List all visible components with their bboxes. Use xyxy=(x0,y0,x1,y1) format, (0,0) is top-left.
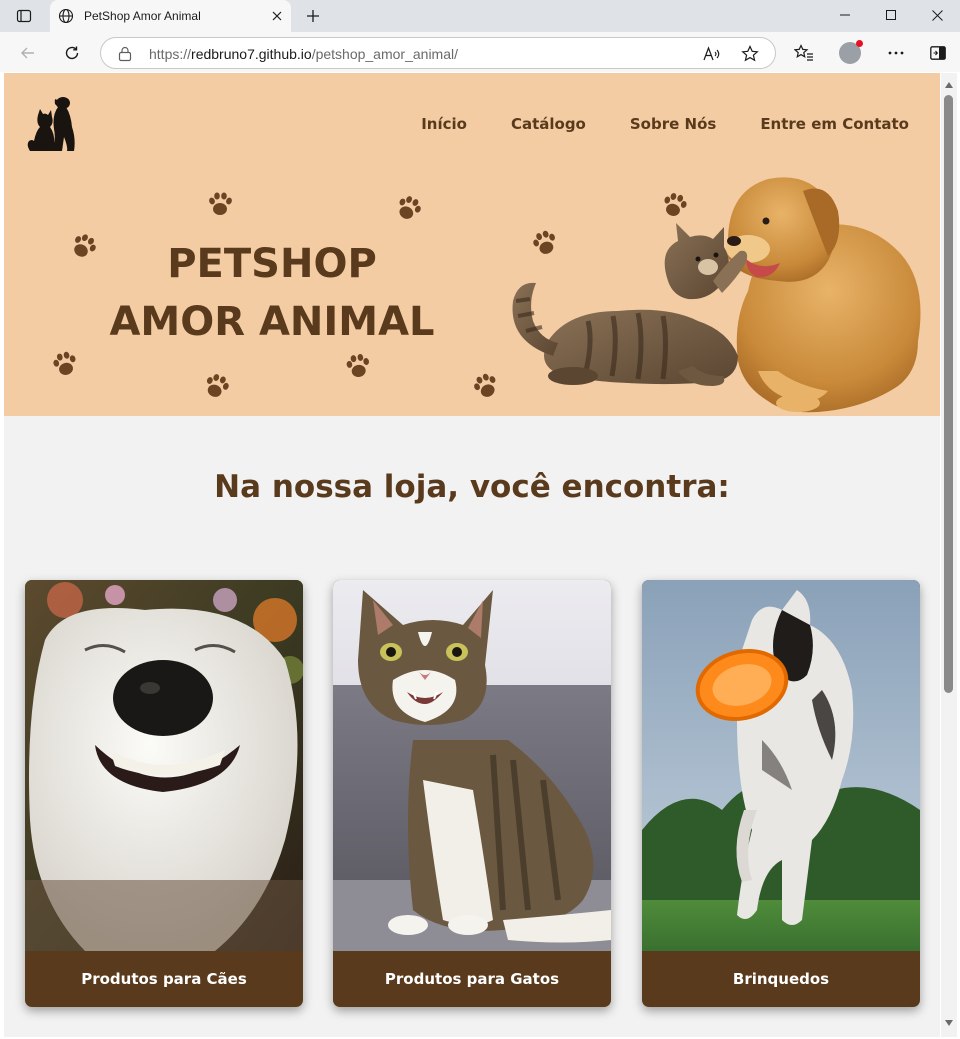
pet-logo-icon[interactable] xyxy=(26,95,76,153)
close-window-icon xyxy=(931,9,943,21)
cat-and-dog-image xyxy=(512,177,921,413)
plus-icon xyxy=(307,10,319,22)
nav-inicio[interactable]: Início xyxy=(421,115,467,133)
page-viewport: Início Catálogo Sobre Nós Entre em Conta… xyxy=(4,73,940,1037)
address-bar[interactable]: https://redbruno7.github.io/petshop_amor… xyxy=(100,37,776,69)
browser-toolbar: https://redbruno7.github.io/petshop_amor… xyxy=(0,32,960,72)
nav-sobre-nos[interactable]: Sobre Nós xyxy=(630,115,716,133)
scroll-down-arrow[interactable] xyxy=(945,1019,953,1027)
card-produtos-caes[interactable]: Produtos para Cães xyxy=(25,580,303,1007)
hero-title: PETSHOP AMOR ANIMAL xyxy=(90,235,454,351)
paw-icon xyxy=(474,373,496,397)
dog-with-frisbee-image xyxy=(642,580,920,951)
scroll-thumb[interactable] xyxy=(944,95,953,693)
close-window-button[interactable] xyxy=(914,0,960,30)
new-tab-button[interactable] xyxy=(300,4,326,28)
tab-actions-button[interactable] xyxy=(8,4,40,28)
page-scrollbar[interactable] xyxy=(941,73,957,1037)
paw-icon xyxy=(209,192,232,215)
refresh-button[interactable] xyxy=(57,38,87,68)
paw-icon xyxy=(206,374,229,397)
favorite-star-icon xyxy=(741,45,759,62)
tab-title: PetShop Amor Animal xyxy=(84,9,201,23)
card-label: Produtos para Gatos xyxy=(384,970,560,988)
back-icon xyxy=(21,47,34,59)
hero-title-line2: AMOR ANIMAL xyxy=(109,299,435,345)
card-label: Produtos para Cães xyxy=(81,970,247,988)
favorite-star-button[interactable] xyxy=(741,45,759,63)
more-menu-button[interactable] xyxy=(881,38,911,68)
read-aloud-button[interactable] xyxy=(703,45,721,63)
smiling-cat-image xyxy=(333,580,611,951)
maximize-icon xyxy=(886,10,896,20)
sidebar-icon xyxy=(930,46,946,60)
url-protocol: https:// xyxy=(149,46,192,62)
browser-tab[interactable]: PetShop Amor Animal xyxy=(50,0,291,32)
profile-icon xyxy=(839,40,863,64)
paw-icon xyxy=(399,196,421,219)
favorites-icon xyxy=(794,44,813,61)
minimize-button[interactable] xyxy=(822,0,868,30)
url-text: https://redbruno7.github.io/petshop_amor… xyxy=(149,46,458,62)
favorites-button[interactable] xyxy=(789,38,819,68)
url-host: redbruno7.github.io xyxy=(191,46,312,62)
card-produtos-gatos[interactable]: Produtos para Gatos xyxy=(333,580,611,1007)
nav-catalogo[interactable]: Catálogo xyxy=(511,115,586,133)
read-aloud-icon xyxy=(703,46,720,61)
browser-tab-bar: PetShop Amor Animal xyxy=(0,0,960,32)
hero-title-line1: PETSHOP xyxy=(167,241,377,287)
hero-banner: Início Catálogo Sobre Nós Entre em Conta… xyxy=(4,73,940,416)
card-label: Brinquedos xyxy=(732,970,830,988)
tab-close-button[interactable] xyxy=(269,8,285,24)
url-path: /petshop_amor_animal/ xyxy=(311,46,458,62)
globe-icon xyxy=(58,8,74,24)
profile-button[interactable] xyxy=(835,38,865,68)
maximize-button[interactable] xyxy=(868,0,914,30)
nav-contato[interactable]: Entre em Contato xyxy=(760,115,909,133)
card-brinquedos[interactable]: Brinquedos xyxy=(642,580,920,1007)
tab-actions-icon xyxy=(16,9,32,23)
close-icon xyxy=(272,11,282,21)
smiling-dog-image xyxy=(25,580,303,951)
back-button[interactable] xyxy=(13,38,43,68)
sidebar-toggle-button[interactable] xyxy=(923,38,953,68)
minimize-icon xyxy=(840,14,850,16)
paw-icon xyxy=(53,351,76,375)
refresh-icon xyxy=(65,46,79,60)
section-title: Na nossa loja, você encontra: xyxy=(214,469,730,505)
scroll-up-arrow[interactable] xyxy=(945,81,953,89)
main-nav: Início Catálogo Sobre Nós Entre em Conta… xyxy=(421,115,909,133)
lock-icon xyxy=(118,46,132,62)
paw-icon xyxy=(346,353,369,377)
more-icon xyxy=(888,51,904,55)
